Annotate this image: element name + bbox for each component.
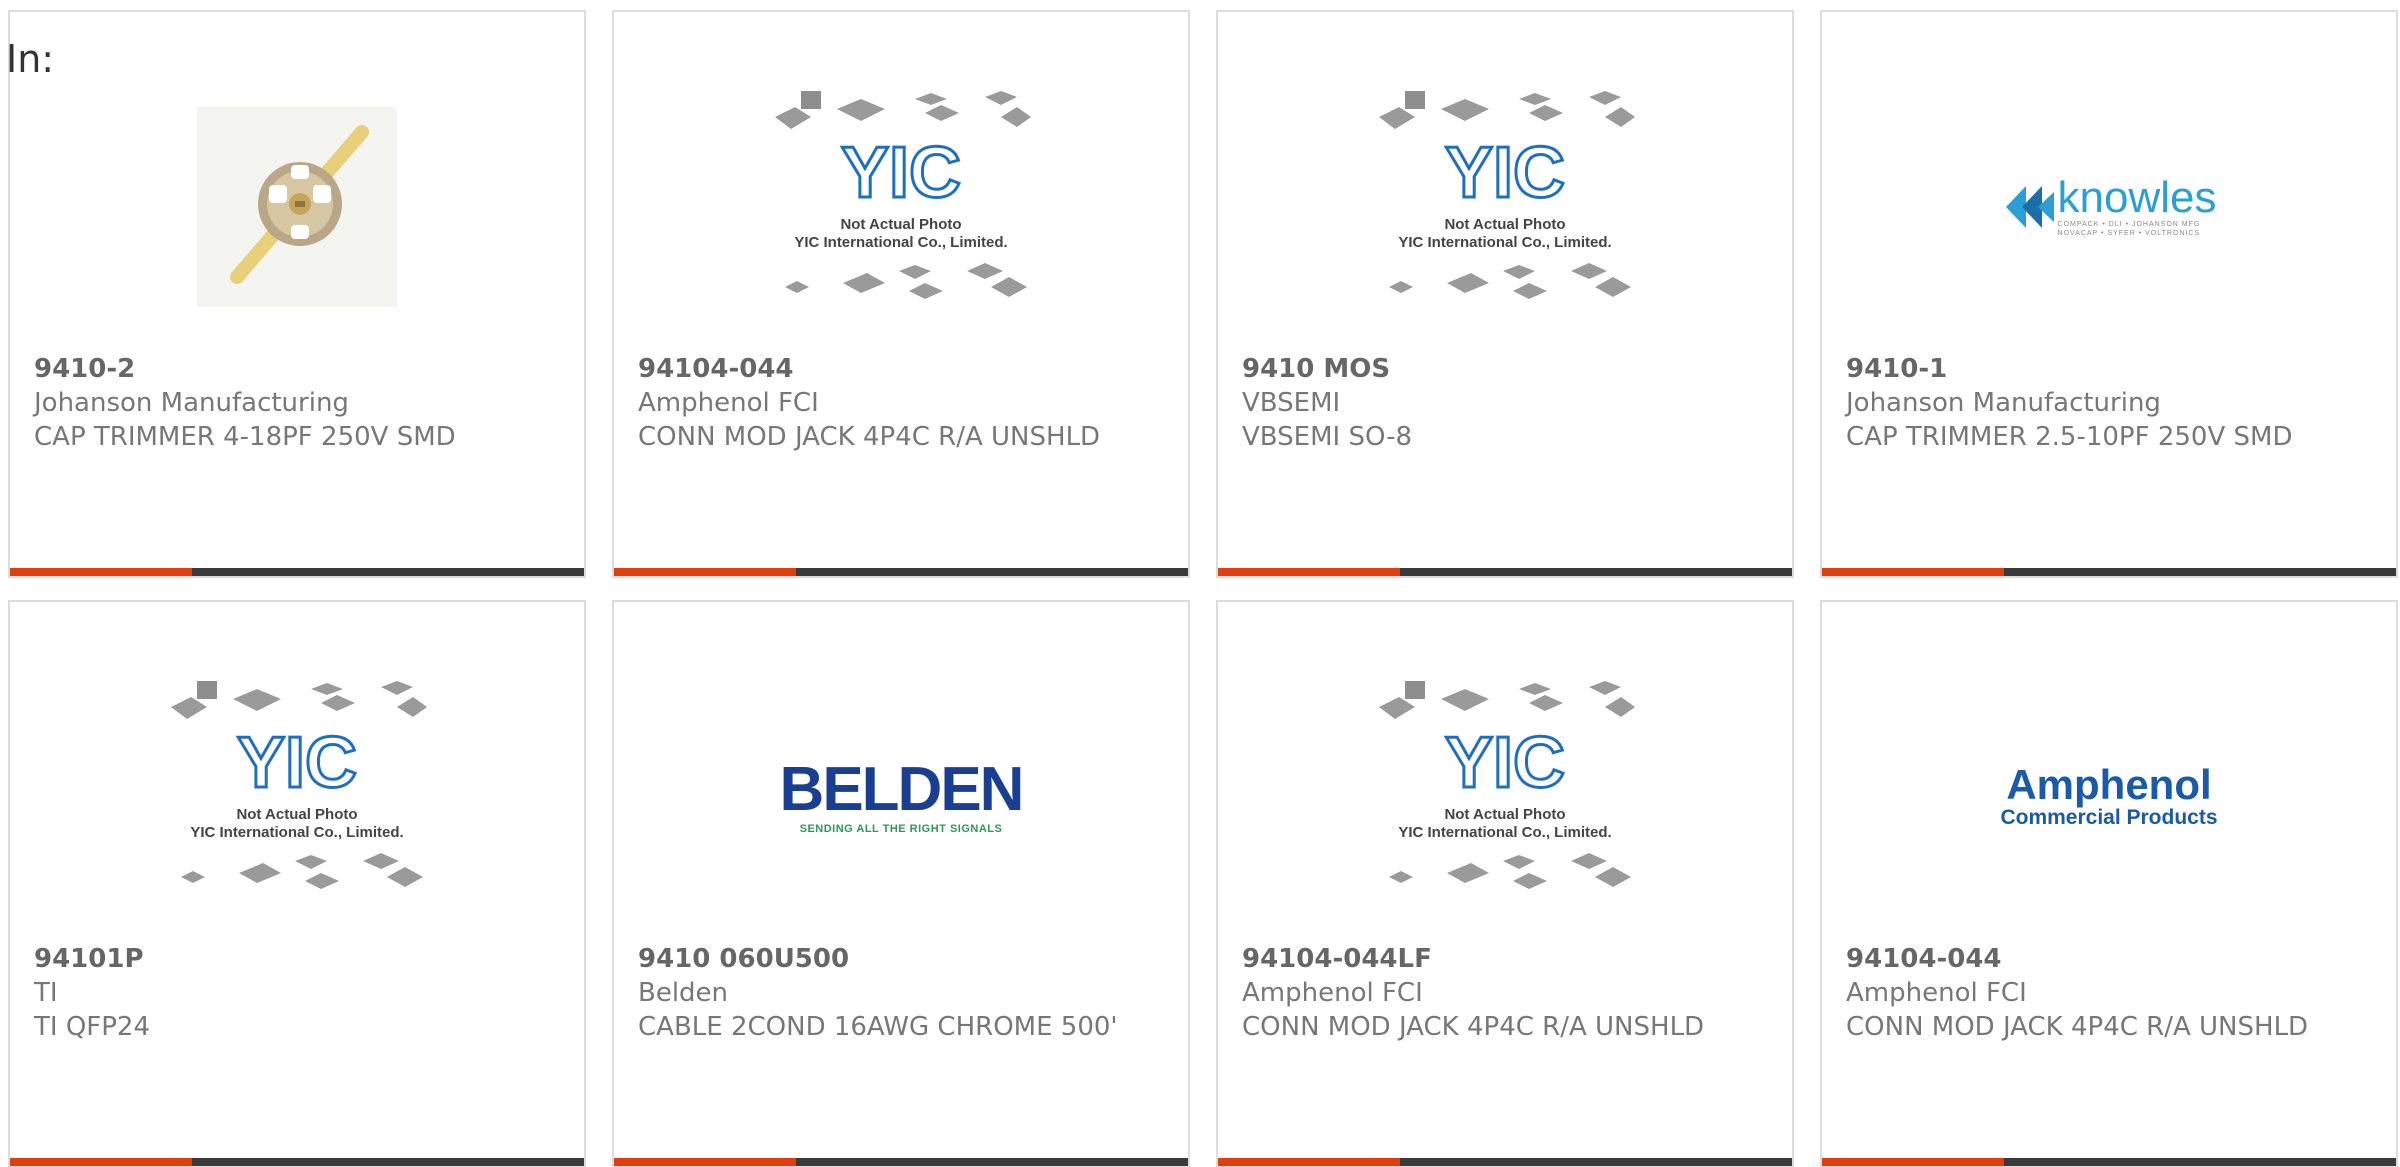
filter-label: In: <box>6 37 55 81</box>
product-image[interactable]: BELDEN SENDING ALL THE RIGHT SIGNALS <box>614 652 1188 942</box>
card-bar <box>1822 568 2396 576</box>
product-image[interactable]: Amphenol Commercial Products <box>1822 652 2396 942</box>
description: CABLE 2COND 16AWG CHROME 500' <box>638 1012 1118 1042</box>
card-bar-accent <box>10 568 192 576</box>
card-bar-accent <box>1822 568 2004 576</box>
product-image[interactable] <box>10 62 584 352</box>
product-meta: 9410 MOS VBSEMI VBSEMI SO-8 <box>1242 352 1768 454</box>
part-number[interactable]: 94104-044 <box>1846 942 2372 976</box>
manufacturer: Johanson Manufacturing <box>1846 388 2161 418</box>
product-meta: 94104-044 Amphenol FCI CONN MOD JACK 4P4… <box>1846 942 2372 1044</box>
card-bar-accent <box>10 1158 192 1166</box>
card-bar <box>614 568 1188 576</box>
card-bar <box>10 568 584 576</box>
product-meta: 94104-044 Amphenol FCI CONN MOD JACK 4P4… <box>638 352 1164 454</box>
manufacturer: Johanson Manufacturing <box>34 388 349 418</box>
page: In: 9410-2 Johanson Manufacturing CAP TR… <box>0 0 2400 1167</box>
yic-placeholder-image: YIC Not Actual Photo YIC International C… <box>1379 91 1635 299</box>
part-number[interactable]: 94104-044LF <box>1242 942 1768 976</box>
yic-placeholder-image: YIC Not Actual Photo YIC International C… <box>171 681 427 889</box>
svg-text:YIC: YIC <box>237 723 357 803</box>
svg-text:YIC International Co., Limited: YIC International Co., Limited. <box>1398 824 1611 841</box>
manufacturer: VBSEMI <box>1242 388 1341 418</box>
svg-text:YIC: YIC <box>841 133 961 213</box>
part-number[interactable]: 9410-2 <box>34 352 560 386</box>
svg-text:YIC International Co., Limited: YIC International Co., Limited. <box>190 824 403 841</box>
description: CONN MOD JACK 4P4C R/A UNSHLD <box>1846 1012 2309 1042</box>
svg-text:YIC International Co., Limited: YIC International Co., Limited. <box>1398 234 1611 251</box>
yic-placeholder-image: YIC Not Actual Photo YIC International C… <box>775 91 1031 299</box>
svg-text:Not Actual Photo: Not Actual Photo <box>1444 216 1565 233</box>
product-card[interactable]: YIC Not Actual Photo YIC International C… <box>612 10 1190 578</box>
manufacturer: Belden <box>638 978 729 1008</box>
product-image[interactable]: knowles COMPACK • DLI • JOHANSON MFG NOV… <box>1822 62 2396 352</box>
svg-text:YIC International Co., Limited: YIC International Co., Limited. <box>794 234 1007 251</box>
part-number[interactable]: 9410 MOS <box>1242 352 1768 386</box>
product-card[interactable]: YIC Not Actual Photo YIC International C… <box>1216 600 1794 1167</box>
part-number[interactable]: 94104-044 <box>638 352 1164 386</box>
product-card[interactable]: YIC Not Actual Photo YIC International C… <box>8 600 586 1167</box>
yic-placeholder-image: YIC Not Actual Photo YIC International C… <box>1379 681 1635 889</box>
knowles-logo: knowles COMPACK • DLI • JOHANSON MFG NOV… <box>2002 175 2216 238</box>
card-bar <box>1218 1158 1792 1166</box>
product-card[interactable]: knowles COMPACK • DLI • JOHANSON MFG NOV… <box>1820 10 2398 578</box>
card-bar <box>1822 1158 2396 1166</box>
card-bar-accent <box>1218 1158 1400 1166</box>
part-number[interactable]: 94101P <box>34 942 560 976</box>
description: VBSEMI SO-8 <box>1242 422 1413 452</box>
card-bar-accent <box>614 568 796 576</box>
svg-text:Not Actual Photo: Not Actual Photo <box>1444 806 1565 823</box>
manufacturer: Amphenol FCI <box>1846 978 2027 1008</box>
product-meta: 94101P TI TI QFP24 <box>34 942 560 1044</box>
product-grid: 9410-2 Johanson Manufacturing CAP TRIMME… <box>8 10 2398 1167</box>
product-image[interactable]: YIC Not Actual Photo YIC International C… <box>1218 62 1792 352</box>
svg-text:Not Actual Photo: Not Actual Photo <box>236 806 357 823</box>
product-meta: 94104-044LF Amphenol FCI CONN MOD JACK 4… <box>1242 942 1768 1044</box>
description: CONN MOD JACK 4P4C R/A UNSHLD <box>1242 1012 1705 1042</box>
description: CONN MOD JACK 4P4C R/A UNSHLD <box>638 422 1101 452</box>
manufacturer: Amphenol FCI <box>1242 978 1423 1008</box>
manufacturer: TI <box>34 978 58 1008</box>
part-number[interactable]: 9410 060U500 <box>638 942 1164 976</box>
product-meta: 9410-2 Johanson Manufacturing CAP TRIMME… <box>34 352 560 454</box>
card-bar <box>614 1158 1188 1166</box>
product-meta: 9410-1 Johanson Manufacturing CAP TRIMME… <box>1846 352 2372 454</box>
description: TI QFP24 <box>34 1012 150 1042</box>
belden-logo: BELDEN SENDING ALL THE RIGHT SIGNALS <box>779 755 1025 836</box>
product-image[interactable]: YIC Not Actual Photo YIC International C… <box>10 652 584 942</box>
card-bar-accent <box>1218 568 1400 576</box>
svg-text:YIC: YIC <box>1445 723 1565 803</box>
product-card[interactable]: BELDEN SENDING ALL THE RIGHT SIGNALS 941… <box>612 600 1190 1167</box>
description: CAP TRIMMER 2.5-10PF 250V SMD <box>1846 422 2293 452</box>
product-meta: 9410 060U500 Belden CABLE 2COND 16AWG CH… <box>638 942 1164 1044</box>
description: CAP TRIMMER 4-18PF 250V SMD <box>34 422 456 452</box>
product-card[interactable]: YIC Not Actual Photo YIC International C… <box>1216 10 1794 578</box>
product-card[interactable]: Amphenol Commercial Products 94104-044 A… <box>1820 600 2398 1167</box>
part-number[interactable]: 9410-1 <box>1846 352 2372 386</box>
manufacturer: Amphenol FCI <box>638 388 819 418</box>
card-bar <box>10 1158 584 1166</box>
product-card[interactable]: 9410-2 Johanson Manufacturing CAP TRIMME… <box>8 10 586 578</box>
card-bar-accent <box>614 1158 796 1166</box>
product-image[interactable]: YIC Not Actual Photo YIC International C… <box>614 62 1188 352</box>
trimmer-capacitor-photo <box>197 107 397 307</box>
svg-text:YIC: YIC <box>1445 133 1565 213</box>
amphenol-logo: Amphenol Commercial Products <box>2000 761 2218 830</box>
card-bar-accent <box>1822 1158 2004 1166</box>
svg-text:Not Actual Photo: Not Actual Photo <box>840 216 961 233</box>
product-image[interactable]: YIC Not Actual Photo YIC International C… <box>1218 652 1792 942</box>
card-bar <box>1218 568 1792 576</box>
